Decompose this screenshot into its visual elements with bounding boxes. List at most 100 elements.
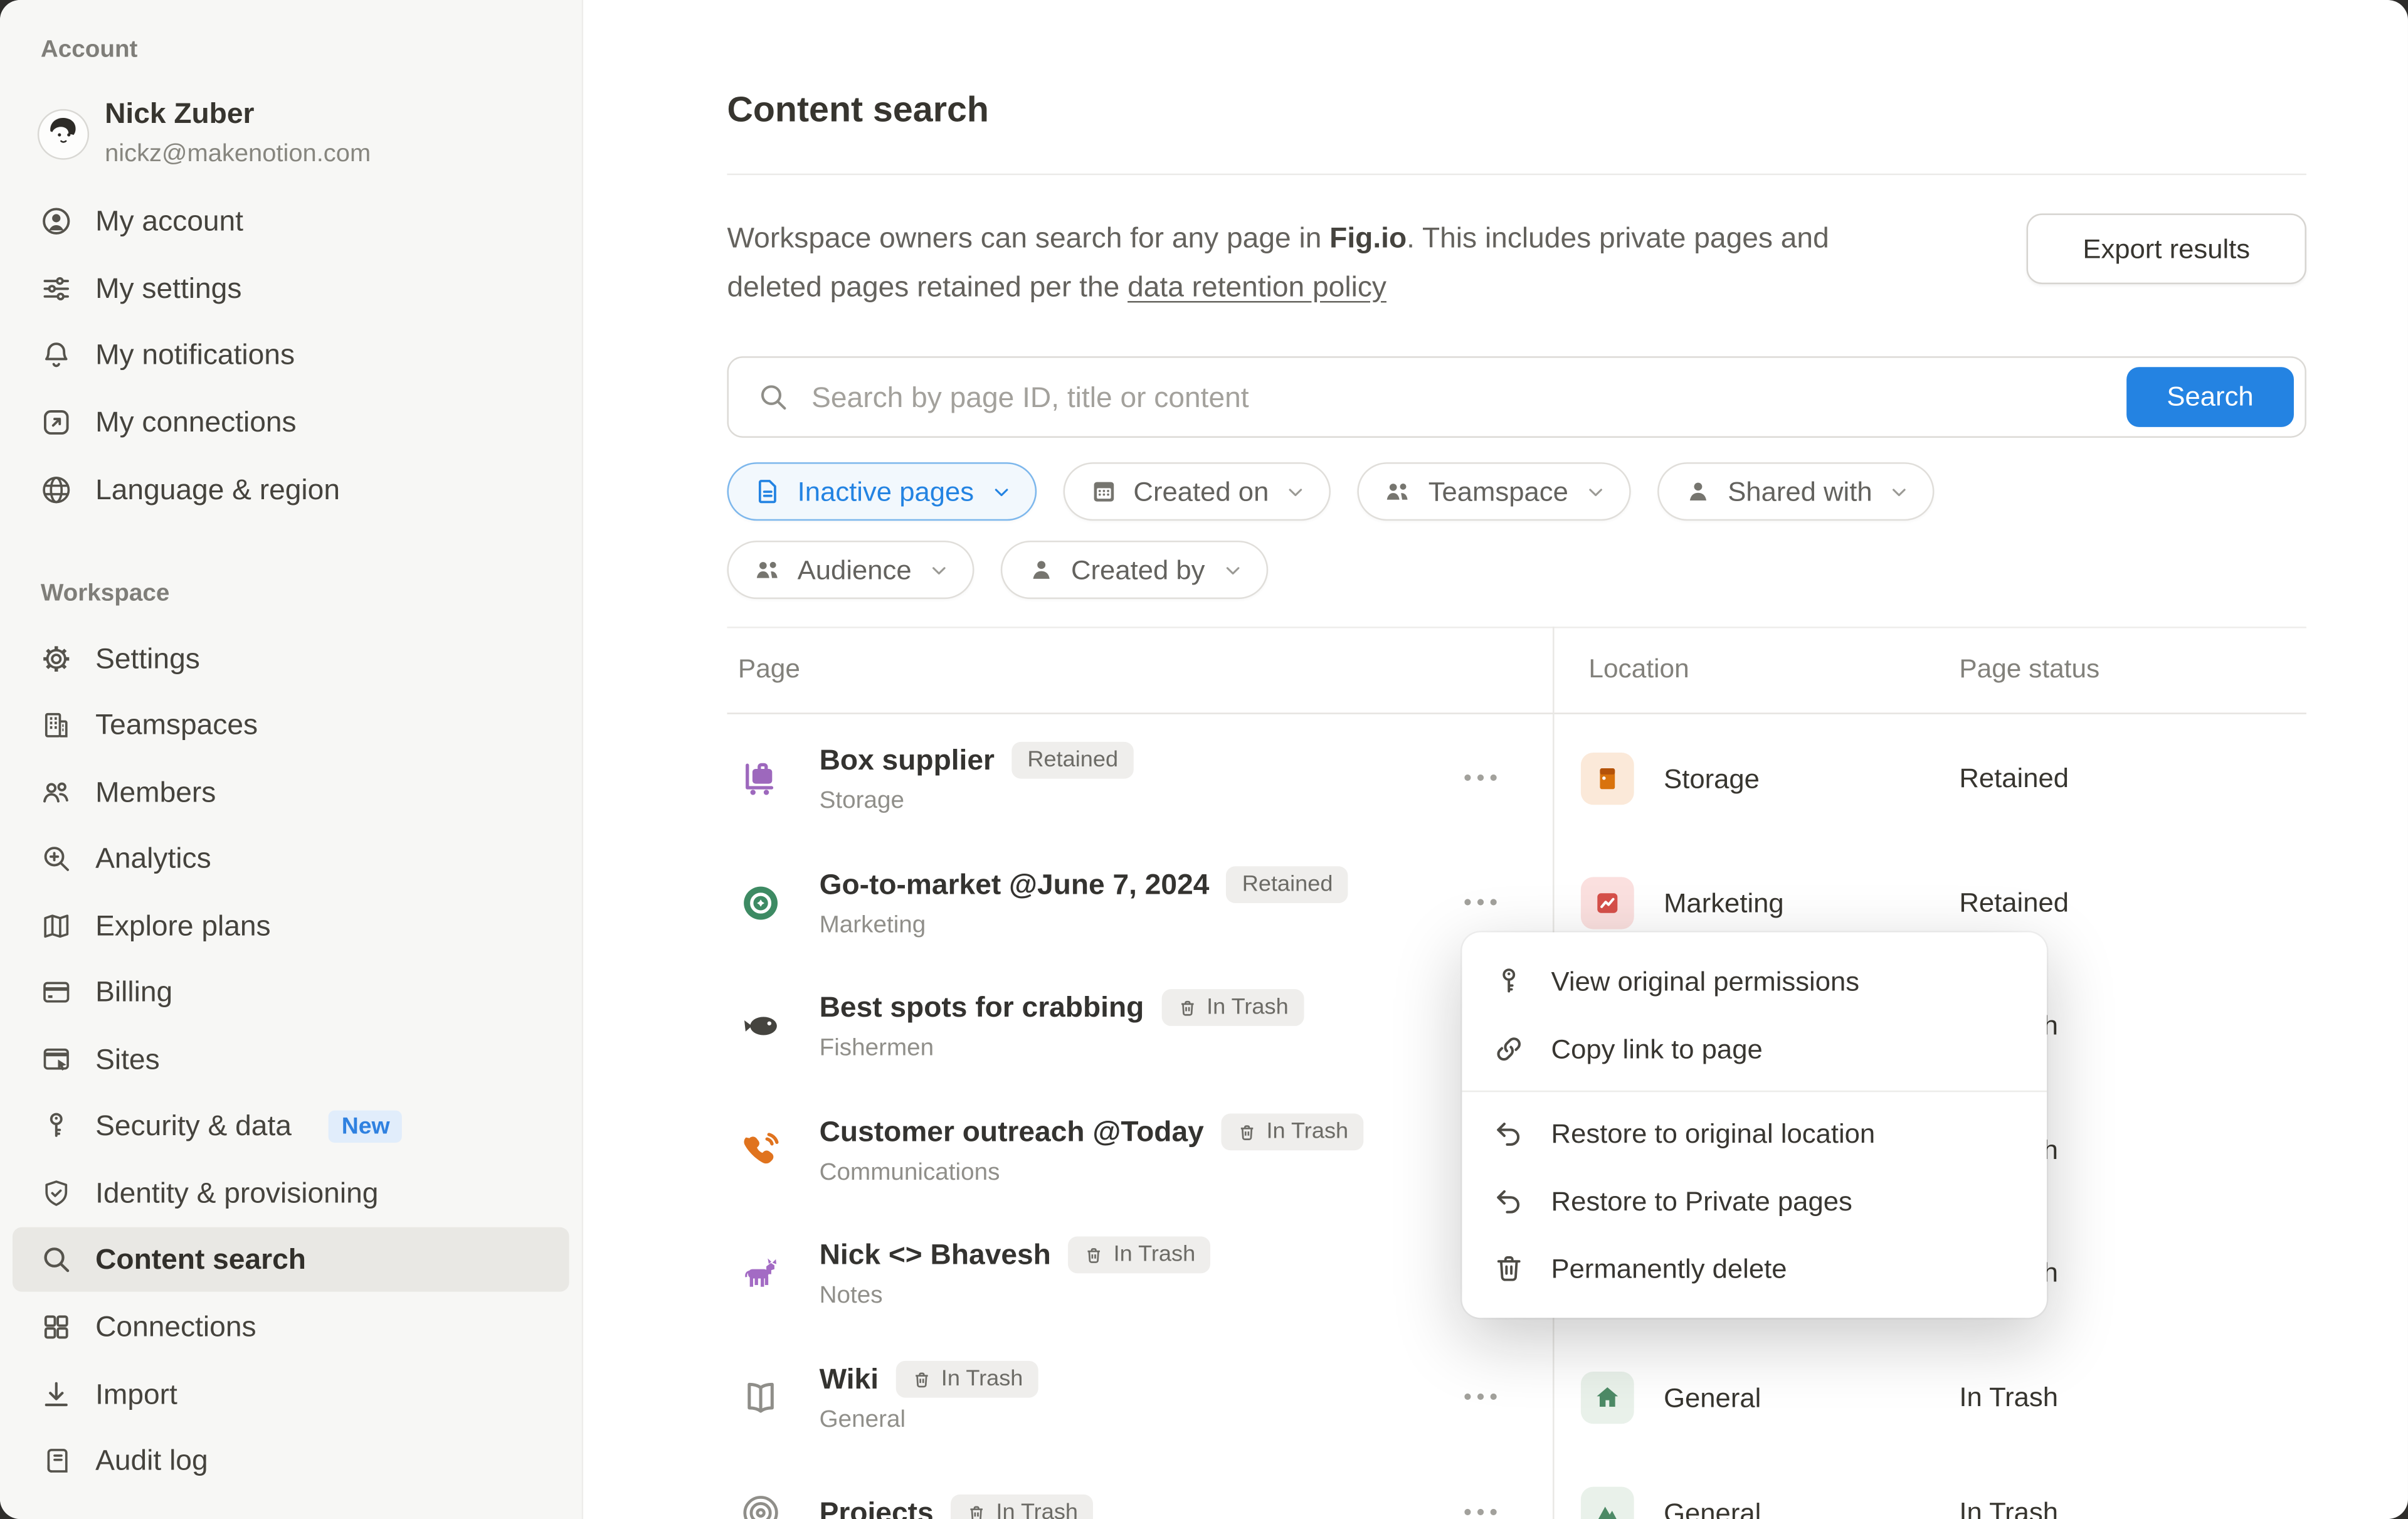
sidebar-item-my-notifications[interactable]: My notifications	[13, 322, 569, 387]
user-email: nickz@makenotion.com	[105, 141, 371, 169]
page-status: Retained	[1959, 887, 2069, 919]
trash-icon	[966, 1503, 986, 1519]
row-menu-button[interactable]: •••	[1464, 1500, 1502, 1519]
filter-label: Shared with	[1728, 475, 1872, 507]
sidebar-item-label: Analytics	[95, 842, 211, 876]
filter-row-1: Inactive pages Created on Teamspace Shar…	[727, 462, 1935, 521]
sidebar-item-label: Content search	[95, 1242, 306, 1276]
sidebar-item-members[interactable]: Members	[13, 760, 569, 825]
sidebar-item-label: Language & region	[95, 473, 340, 507]
location-name: General	[1664, 1382, 1761, 1414]
page-title-cell[interactable]: Go-to-market @June 7, 2024	[820, 868, 1210, 902]
chevron-down-icon	[1222, 560, 1242, 580]
search-button[interactable]: Search	[2126, 367, 2294, 427]
calendar-icon	[1088, 476, 1119, 507]
status-badge: Retained	[1227, 866, 1349, 903]
badge-label: In Trash	[1207, 995, 1289, 1020]
search-bar: Search	[727, 356, 2306, 438]
page-title: Content search	[727, 89, 989, 130]
sidebar-item-connections[interactable]: Connections	[13, 1295, 569, 1360]
workspace-name: Fig.io	[1329, 221, 1407, 253]
filter-created-on[interactable]: Created on	[1063, 462, 1331, 521]
sidebar-item-label: Sites	[95, 1043, 160, 1077]
filter-label: Teamspace	[1428, 475, 1568, 507]
sidebar-item-analytics[interactable]: Analytics	[13, 827, 569, 891]
workspace-section-label: Workspace	[41, 581, 170, 608]
sidebar-item-billing[interactable]: Billing	[13, 960, 569, 1025]
page-title-cell[interactable]: Box supplier	[820, 743, 995, 777]
trash-icon	[1492, 1252, 1526, 1286]
badge-label: In Trash	[996, 1501, 1078, 1519]
person-icon	[1026, 554, 1057, 585]
chart-icon	[1581, 877, 1634, 929]
filter-created-by[interactable]: Created by	[1001, 541, 1267, 599]
bell-icon	[39, 338, 73, 372]
row-menu-button[interactable]: •••	[1464, 890, 1502, 916]
avatar[interactable]	[38, 109, 89, 160]
menu-item-copy-link[interactable]: Copy link to page	[1462, 1015, 2047, 1083]
page-status: Retained	[1959, 763, 2069, 795]
sidebar-item-settings[interactable]: Settings	[13, 627, 569, 691]
sidebar-item-teamspaces[interactable]: Teamspaces	[13, 692, 569, 757]
sidebar-item-my-account[interactable]: My account	[13, 189, 569, 253]
page-status: In Trash	[1959, 1497, 2058, 1519]
sidebar-item-label: Identity & provisioning	[95, 1177, 378, 1210]
location-name: Marketing	[1664, 887, 1784, 919]
page-subtitle: General	[820, 1407, 1039, 1434]
page-description: Workspace owners can search for any page…	[727, 213, 1931, 310]
sidebar-item-sites[interactable]: Sites	[13, 1027, 569, 1092]
column-header-page-status: Page status	[1959, 654, 2099, 685]
filter-label: Audience	[798, 554, 912, 586]
page-status: In Trash	[1959, 1382, 2058, 1414]
building-icon	[39, 708, 73, 742]
export-results-button[interactable]: Export results	[2027, 213, 2306, 284]
page-title-cell[interactable]: Nick <> Bhavesh	[820, 1238, 1051, 1272]
filter-inactive-pages[interactable]: Inactive pages	[727, 462, 1036, 521]
filter-shared-with[interactable]: Shared with	[1657, 462, 1935, 521]
page-title-cell[interactable]: Wiki	[820, 1362, 879, 1396]
menu-item-label: Restore to original location	[1551, 1118, 1876, 1150]
menu-item-label: Permanently delete	[1551, 1252, 1787, 1284]
page-title-cell[interactable]: Best spots for crabbing	[820, 991, 1144, 1025]
status-badge: In Trash	[951, 1495, 1094, 1519]
data-retention-policy-link[interactable]: data retention policy	[1127, 270, 1386, 302]
key-icon	[39, 1109, 73, 1143]
row-menu-button[interactable]: •••	[1464, 1385, 1502, 1411]
people-outline-icon	[39, 776, 73, 810]
menu-item-view-original-permissions[interactable]: View original permissions	[1462, 948, 2047, 1015]
sidebar-item-security-data[interactable]: Security & data New	[13, 1094, 569, 1158]
sidebar-item-my-settings[interactable]: My settings	[13, 257, 569, 321]
sidebar-item-label: Explore plans	[95, 909, 271, 943]
chevron-down-icon	[1889, 482, 1909, 502]
badge-label: In Trash	[941, 1367, 1023, 1392]
sidebar-item-my-connections[interactable]: My connections	[13, 390, 569, 455]
search-icon	[757, 381, 789, 413]
sidebar-item-label: Security & data	[95, 1109, 292, 1143]
menu-item-permanently-delete[interactable]: Permanently delete	[1462, 1235, 2047, 1303]
search-input[interactable]	[727, 356, 2306, 438]
page-subtitle: Communications	[820, 1160, 1364, 1187]
page-title-cell[interactable]: Customer outreach @Today	[820, 1115, 1204, 1149]
menu-item-restore-private-pages[interactable]: Restore to Private pages	[1462, 1167, 2047, 1235]
status-badge: In Trash	[1221, 1114, 1364, 1151]
sidebar-item-label: Billing	[95, 975, 172, 1009]
filter-label: Inactive pages	[798, 475, 974, 507]
sidebar-item-label: Import	[95, 1378, 177, 1412]
sidebar-item-audit-log[interactable]: Audit log	[13, 1429, 569, 1493]
filter-audience[interactable]: Audience	[727, 541, 974, 599]
sidebar-item-import[interactable]: Import	[13, 1362, 569, 1427]
filter-teamspace[interactable]: Teamspace	[1358, 462, 1630, 521]
grid-icon	[39, 1310, 73, 1344]
menu-item-restore-original-location[interactable]: Restore to original location	[1462, 1099, 2047, 1167]
sidebar-item-content-search[interactable]: Content search	[13, 1227, 569, 1292]
row-menu-button[interactable]: •••	[1464, 766, 1502, 792]
sidebar-item-explore-plans[interactable]: Explore plans	[13, 894, 569, 958]
account-section-label: Account	[41, 37, 138, 65]
page-title-cell[interactable]: Projects	[820, 1496, 934, 1519]
table-row: Wiki In Trash General ••• General In Tras…	[727, 1336, 2306, 1459]
sidebar-item-language-region[interactable]: Language & region	[13, 458, 569, 522]
sidebar-item-identity-provisioning[interactable]: Identity & provisioning	[13, 1161, 569, 1225]
page-icon	[752, 476, 783, 507]
chevron-down-icon	[1585, 482, 1605, 502]
title-divider	[727, 174, 2306, 175]
